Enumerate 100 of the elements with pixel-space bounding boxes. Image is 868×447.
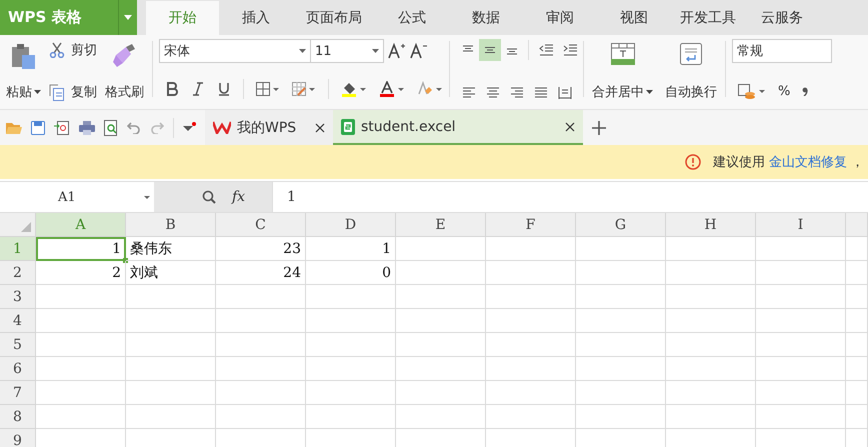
scissors-icon <box>49 42 65 58</box>
document-tab[interactable]: student.excel <box>333 110 583 145</box>
menu-tab[interactable]: 审阅 <box>523 1 597 35</box>
save-icon[interactable] <box>31 120 45 134</box>
column-header[interactable]: D <box>306 213 396 237</box>
merge-cells-icon <box>610 43 634 65</box>
caret-icon <box>372 49 379 53</box>
increase-font-icon[interactable] <box>388 42 406 60</box>
menu-tab[interactable]: 视图 <box>597 1 671 35</box>
align-center-icon[interactable] <box>486 87 500 99</box>
font-name-dropdown[interactable]: 宋体 <box>159 39 311 63</box>
align-lines-icon <box>484 45 496 55</box>
font-color-icon[interactable] <box>379 81 405 97</box>
fill-color-icon[interactable] <box>341 81 367 97</box>
decrease-indent-icon[interactable] <box>539 44 553 56</box>
empty-cell <box>846 405 868 429</box>
decrease-font-icon[interactable] <box>410 42 428 60</box>
cell-style-icon[interactable] <box>292 82 316 96</box>
app-menu-caret-button[interactable] <box>118 0 137 35</box>
align-left-icon[interactable] <box>462 87 476 99</box>
increase-indent-icon[interactable] <box>563 44 577 56</box>
new-tab-icon[interactable] <box>591 120 607 136</box>
table-cell: 桑伟东 <box>126 237 216 261</box>
row-header[interactable]: 4 <box>0 309 36 333</box>
undo-icon[interactable] <box>127 122 141 134</box>
align-right-icon[interactable] <box>510 87 524 99</box>
number-format-dropdown[interactable]: 常规 <box>732 39 832 63</box>
percent-button[interactable]: % <box>778 84 790 98</box>
menu-tab[interactable]: 云服务 <box>745 1 819 35</box>
row-header[interactable]: 9 <box>0 429 36 447</box>
repair-link[interactable]: 金山文档修复 <box>769 153 847 171</box>
zoom-icon[interactable] <box>202 190 216 204</box>
wrap-text-button[interactable]: 自动换行 <box>663 37 719 105</box>
document-tab[interactable]: 我的WPS <box>205 110 333 145</box>
menu-tab[interactable]: 数据 <box>449 1 523 35</box>
row-header[interactable]: 3 <box>0 285 36 309</box>
font-size-dropdown[interactable]: 11 <box>310 39 384 63</box>
italic-icon[interactable] <box>191 82 205 96</box>
caret-icon <box>144 196 150 198</box>
border-icon[interactable] <box>256 82 280 96</box>
column-header[interactable]: F <box>486 213 576 237</box>
export-pdf-icon[interactable] <box>54 120 70 136</box>
row-header[interactable]: 7 <box>0 381 36 405</box>
comma-style-icon[interactable] <box>802 86 808 96</box>
table-cell: 1 <box>306 237 396 261</box>
spreadsheet-file-icon <box>341 118 355 134</box>
empty-cell <box>846 309 868 333</box>
column-header[interactable]: B <box>126 213 216 237</box>
table-cell: 刘斌 <box>126 261 216 285</box>
table-cell: 1 <box>36 237 126 261</box>
menu-tab[interactable]: 开发工具 <box>671 1 745 35</box>
wrap-text-icon <box>680 43 702 65</box>
justify-icon[interactable] <box>534 87 548 99</box>
menu-tab[interactable]: 插入 <box>219 1 293 35</box>
caret-icon <box>646 90 653 94</box>
menu-tab[interactable]: 公式 <box>375 1 449 35</box>
paste-button[interactable]: 粘贴 <box>4 37 43 105</box>
warning-icon <box>685 154 701 170</box>
distributed-align-icon[interactable] <box>558 87 572 99</box>
currency-icon[interactable] <box>738 83 766 99</box>
table-cell: 2 <box>36 261 126 285</box>
close-icon[interactable] <box>315 122 325 132</box>
caret-icon <box>299 49 306 53</box>
fill-handle[interactable] <box>123 258 128 263</box>
merge-center-button[interactable]: 合并居中 <box>590 37 655 105</box>
underline-icon[interactable] <box>217 82 231 96</box>
caret-icon <box>124 15 132 20</box>
triangle-icon <box>21 222 31 232</box>
caret-icon <box>34 90 41 94</box>
vertical-align-button[interactable] <box>479 39 501 61</box>
close-icon[interactable] <box>565 122 575 132</box>
empty-cell <box>846 285 868 309</box>
table-cell: 24 <box>216 261 306 285</box>
column-header[interactable]: C <box>216 213 306 237</box>
copy-button[interactable]: 复制 <box>49 83 97 101</box>
menu-tab[interactable]: 开始 <box>146 1 219 35</box>
notice-text: 建议使用 <box>713 154 765 171</box>
row-header[interactable]: 6 <box>0 357 36 381</box>
empty-cell <box>846 333 868 357</box>
bold-icon[interactable] <box>165 82 179 96</box>
w-logo-icon <box>213 121 231 134</box>
notice-text: ， <box>851 154 864 171</box>
cut-button[interactable]: 剪切 <box>49 41 97 59</box>
customize-dropdown-icon[interactable] <box>183 122 197 134</box>
print-icon[interactable] <box>79 120 95 134</box>
column-header[interactable]: E <box>396 213 486 237</box>
row-header[interactable]: 5 <box>0 333 36 357</box>
copy-icon <box>49 84 65 100</box>
column-header[interactable]: H <box>666 213 756 237</box>
format-painter-button[interactable]: 格式刷 <box>103 37 146 105</box>
insert-function-button[interactable]: fx <box>232 189 246 205</box>
print-preview-icon[interactable] <box>104 120 118 136</box>
clipboard-icon <box>10 43 36 71</box>
column-header[interactable]: I <box>756 213 846 237</box>
empty-cell <box>846 357 868 381</box>
empty-cell <box>846 261 868 285</box>
column-header[interactable]: G <box>576 213 666 237</box>
row-header[interactable]: 8 <box>0 405 36 429</box>
row-header[interactable]: 2 <box>0 261 36 285</box>
menu-tab[interactable]: 页面布局 <box>293 1 375 35</box>
